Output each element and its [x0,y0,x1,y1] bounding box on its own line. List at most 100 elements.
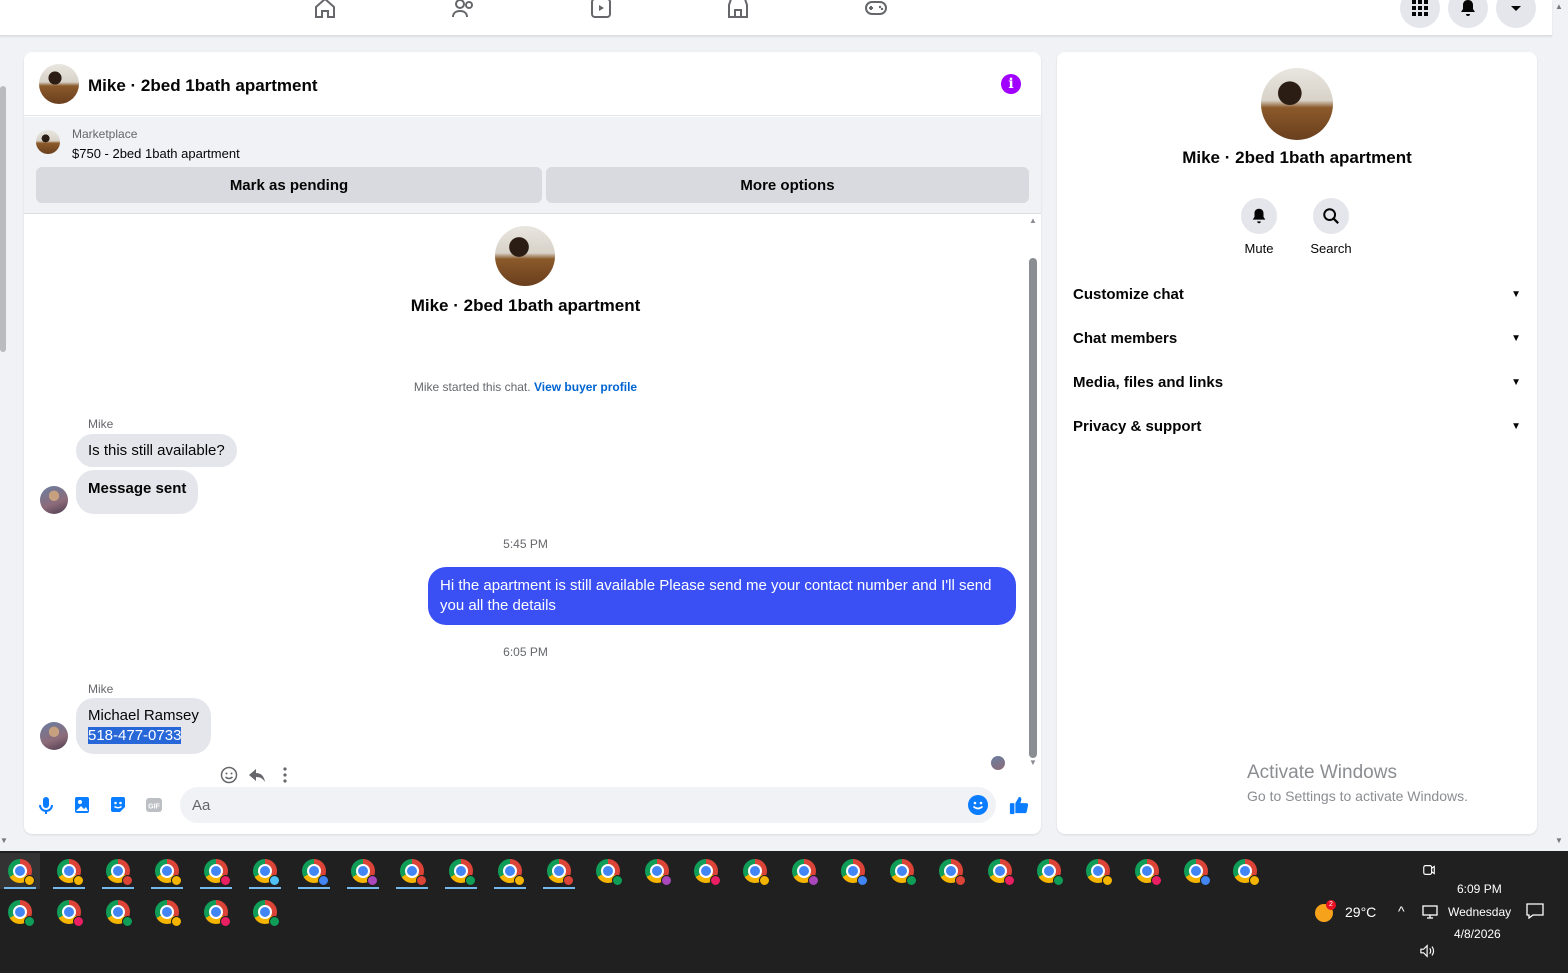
weather-temperature[interactable]: 29°C [1345,904,1376,920]
taskbar-chrome-window[interactable] [1127,853,1167,889]
taskbar-chrome-window[interactable] [245,853,285,889]
section-privacy-support[interactable]: Privacy & support ▼ [1073,408,1521,444]
sender-avatar[interactable] [40,486,68,514]
taskbar-chrome-window[interactable] [588,853,628,889]
taskbar-chrome-window[interactable] [147,894,187,930]
taskbar-chrome-window[interactable] [1225,853,1265,889]
mute-action[interactable]: Mute [1224,198,1294,256]
taskbar-chrome-window[interactable] [196,853,236,889]
taskbar-chrome-window[interactable] [833,853,873,889]
taskbar-chrome-window[interactable] [196,894,236,930]
taskbar-chrome-window[interactable] [147,853,187,889]
search-label: Search [1310,241,1352,256]
gaming-icon[interactable] [862,0,890,22]
chat-scroll-up-arrow[interactable]: ▲ [1029,216,1037,225]
listing-thumbnail[interactable] [36,130,60,154]
message-bubble[interactable]: Michael Ramsey 518-477-0733 [76,698,211,754]
taskbar-chrome-window[interactable] [1029,853,1069,889]
gif-icon[interactable]: GIF [144,795,164,815]
search-icon[interactable] [1313,198,1349,234]
chat-scrollbar[interactable]: ▲ ▼ [1029,216,1037,770]
taskbar-chrome-window[interactable] [0,853,40,889]
volume-icon[interactable] [1420,944,1436,961]
search-action[interactable]: Search [1296,198,1366,256]
taskbar-chrome-window[interactable] [49,853,89,889]
taskbar-chrome-window[interactable] [539,853,579,889]
clock-time[interactable]: 6:09 PM [1457,882,1502,896]
right-scroll-up-arrow[interactable]: ▲ [1555,2,1563,11]
photo-icon[interactable] [72,795,92,815]
phone-number[interactable]: 518-477-0733 [88,727,182,744]
outgoing-message-bubble[interactable]: Hi the apartment is still available Plea… [428,567,1016,625]
taskbar-chrome-window[interactable] [931,853,971,889]
message-bubble[interactable]: Is this still available? [76,434,237,467]
notification-center-icon[interactable] [1526,903,1544,922]
taskbar-chrome-window[interactable] [784,853,824,889]
meet-now-icon[interactable] [1422,863,1436,880]
video-icon[interactable] [587,0,615,22]
view-buyer-profile-link[interactable]: View buyer profile [534,380,637,394]
microphone-icon[interactable] [36,795,56,815]
more-options-button[interactable]: More options [546,167,1029,203]
right-scroll-down-arrow[interactable]: ▼ [1555,836,1563,845]
chevron-up-icon[interactable]: ^ [1398,903,1405,919]
taskbar-chrome-window[interactable] [49,894,89,930]
chrome-icon [204,900,231,927]
menu-grid-icon[interactable] [1400,0,1440,28]
taskbar-chrome-window[interactable] [98,894,138,930]
taskbar-chrome-window[interactable] [343,853,383,889]
taskbar-chrome-window[interactable] [637,853,677,889]
message-input[interactable] [192,787,952,823]
chat-scroll-down-arrow[interactable]: ▼ [1029,758,1037,767]
windows-taskbar: 2 29°C ^ 6:09 PM Wednesday 4/8/2026 [0,851,1568,973]
page-scroll-down-arrow[interactable]: ▼ [0,836,8,845]
bell-icon[interactable] [1241,198,1277,234]
taskbar-chrome-window[interactable] [98,853,138,889]
section-chat-members[interactable]: Chat members ▼ [1073,320,1521,356]
taskbar-chrome-window[interactable] [392,853,432,889]
message-bubble[interactable]: Message sent [76,470,199,514]
sticker-icon[interactable] [108,795,128,815]
profile-avatar[interactable] [1261,68,1333,140]
emoji-icon[interactable] [968,795,988,815]
section-customize-chat[interactable]: Customize chat ▼ [1073,276,1521,312]
taskbar-chrome-window[interactable] [245,894,285,930]
chrome-icon [8,900,35,927]
chrome-icon [1135,859,1162,886]
chat-avatar[interactable] [39,64,79,104]
mark-as-pending-button[interactable]: Mark as pending [36,167,542,203]
taskbar-chrome-window[interactable] [0,894,40,930]
taskbar-chrome-window[interactable] [882,853,922,889]
taskbar-chrome-window[interactable] [441,853,481,889]
clock-date[interactable]: 4/8/2026 [1454,927,1501,941]
chat-title[interactable]: Mike · 2bed 1bath apartment [88,76,318,96]
network-icon[interactable] [1422,905,1438,922]
taskbar-chrome-window[interactable] [980,853,1020,889]
chrome-icon [57,859,84,886]
profile-title[interactable]: Mike · 2bed 1bath apartment [1057,148,1537,168]
section-media-files-links[interactable]: Media, files and links ▼ [1073,364,1521,400]
taskbar-chrome-window[interactable] [294,853,334,889]
home-icon[interactable] [311,0,339,22]
taskbar-chrome-window[interactable] [1078,853,1118,889]
taskbar-chrome-window[interactable] [490,853,530,889]
page-scrollbar[interactable] [0,86,6,352]
taskbar-chrome-window[interactable] [1176,853,1216,889]
thumbs-up-icon[interactable] [1008,794,1030,816]
taskbar-chrome-window[interactable] [735,853,775,889]
clock-day[interactable]: Wednesday [1448,905,1511,919]
chrome-icon [1184,859,1211,886]
marketplace-listing-bar: Marketplace $750 - 2bed 1bath apartment … [24,117,1041,214]
chrome-icon [449,859,476,886]
marketplace-icon[interactable] [724,0,752,22]
info-icon[interactable]: i [1001,74,1021,94]
notifications-bell-icon[interactable] [1448,0,1488,28]
account-dropdown-icon[interactable] [1496,0,1536,28]
listing-title[interactable]: $750 - 2bed 1bath apartment [72,146,240,161]
intro-avatar [495,226,555,286]
sender-avatar[interactable] [40,722,68,750]
taskbar-chrome-window[interactable] [686,853,726,889]
chrome-icon [890,859,917,886]
chat-scroll-thumb[interactable] [1029,258,1037,758]
friends-icon[interactable] [449,0,477,22]
